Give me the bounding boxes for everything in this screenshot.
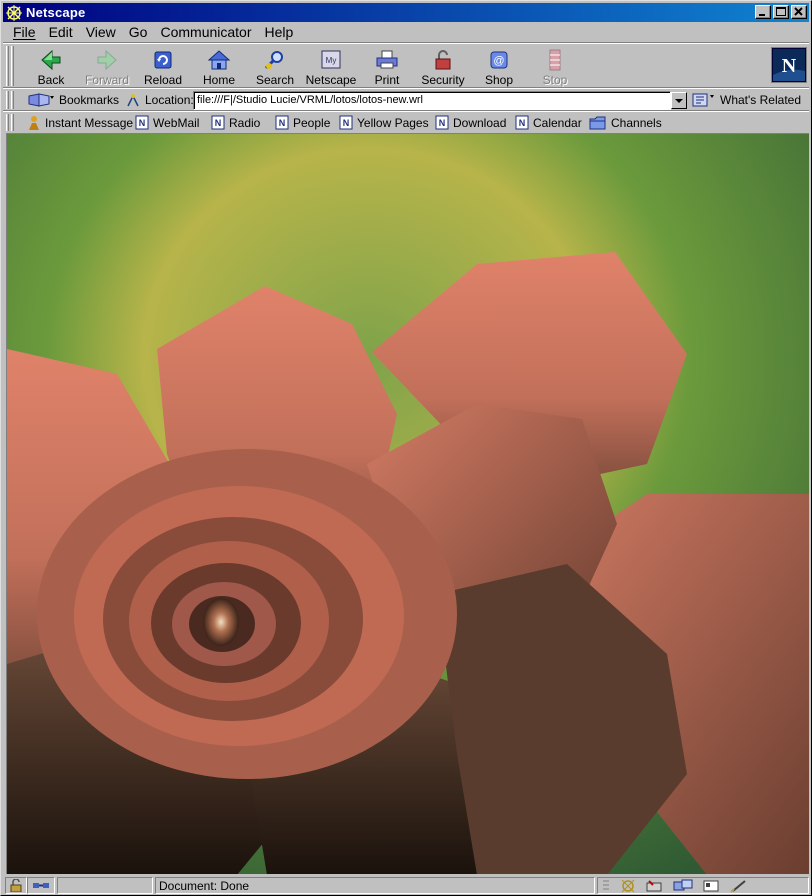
svg-text:My: My [326, 56, 337, 65]
component-grip-icon[interactable] [601, 879, 611, 892]
people-button[interactable]: N People [275, 114, 330, 131]
address-book-icon[interactable] [701, 879, 721, 893]
netscape-n-logo-icon: N [773, 49, 805, 81]
toolbar-grip[interactable] [6, 114, 9, 131]
bookmark-n-icon: N [275, 115, 289, 130]
search-button[interactable]: Search [247, 46, 303, 87]
flower-core [203, 598, 239, 646]
radio-button[interactable]: N Radio [211, 114, 260, 131]
instant-message-button[interactable]: Instant Message [27, 114, 133, 131]
whats-related-icon [692, 93, 714, 107]
stop-button[interactable]: Stop [527, 46, 583, 87]
url-dropdown-button[interactable] [671, 92, 687, 109]
shop-icon: @ [490, 51, 508, 69]
stop-icon [549, 49, 561, 71]
security-status-panel[interactable] [5, 877, 27, 894]
home-icon [207, 50, 231, 70]
bookmarks-button[interactable]: Bookmarks [27, 91, 119, 109]
security-button[interactable]: Security [415, 46, 471, 87]
component-bar [597, 877, 809, 894]
toolbar-grip[interactable] [6, 46, 9, 86]
menu-bar: File Edit View Go Communicator Help [3, 22, 809, 42]
chevron-down-icon [675, 99, 683, 103]
svg-text:N: N [343, 118, 350, 128]
bookmark-n-icon: N [135, 115, 149, 130]
toolbar-grip[interactable] [6, 91, 9, 109]
bookmark-n-icon: N [211, 115, 225, 130]
bookmark-n-icon: N [339, 115, 353, 130]
composer-icon[interactable] [729, 879, 749, 893]
svg-text:N: N [519, 118, 526, 128]
svg-text:@: @ [493, 55, 504, 67]
status-bar: Document: Done [3, 875, 809, 895]
svg-text:N: N [279, 118, 286, 128]
personal-toolbar: Instant Message N WebMail N Radio N Peop… [3, 112, 809, 133]
toolbar-grip[interactable] [11, 114, 14, 131]
menu-help[interactable]: Help [259, 24, 301, 40]
netscape-window-icon[interactable] [6, 4, 22, 21]
maximize-button[interactable] [773, 5, 789, 19]
channels-folder-icon [589, 116, 606, 130]
security-lock-icon [435, 50, 451, 70]
back-button[interactable]: Back [23, 46, 79, 87]
channels-button[interactable]: Channels [589, 114, 662, 131]
discussion-groups-icon[interactable] [673, 879, 693, 893]
page-proxy-icon[interactable] [125, 92, 141, 108]
browser-window: Netscape File Edit View Go Communicator … [0, 0, 812, 896]
mailbox-icon[interactable] [645, 879, 665, 893]
minimize-button[interactable] [755, 5, 771, 19]
menu-view[interactable]: View [80, 24, 123, 40]
reload-button[interactable]: Reload [135, 46, 191, 87]
forward-button[interactable]: Forward [79, 46, 135, 87]
close-icon [794, 7, 803, 16]
navigation-toolbar: Back Forward Reload Home Search My Netsc… [3, 44, 809, 88]
svg-text:N: N [215, 118, 222, 128]
forward-arrow-icon [97, 49, 117, 71]
url-input[interactable]: file:///F|/Studio Lucie/VRML/lotos/lotos… [193, 91, 671, 110]
menu-communicator[interactable]: Communicator [154, 24, 258, 40]
print-button[interactable]: Print [359, 46, 415, 87]
print-icon [376, 50, 398, 69]
reload-icon [154, 51, 172, 69]
shop-button[interactable]: @ Shop [471, 46, 527, 87]
bookmark-n-icon: N [435, 115, 449, 130]
menu-edit[interactable]: Edit [43, 24, 80, 40]
bookmarks-icon [28, 93, 54, 107]
download-button[interactable]: N Download [435, 114, 506, 131]
svg-text:N: N [139, 118, 146, 128]
close-button[interactable] [791, 5, 807, 19]
netscape-button[interactable]: My Netscape [303, 46, 359, 87]
minimize-icon [759, 14, 765, 16]
calendar-button[interactable]: N Calendar [515, 114, 582, 131]
netscape-throbber-logo[interactable]: N [771, 47, 807, 83]
search-icon [264, 51, 283, 70]
svg-text:N: N [439, 118, 446, 128]
location-toolbar: Bookmarks Location: file:///F|/Studio Lu… [3, 89, 809, 111]
title-bar[interactable]: Netscape [3, 3, 809, 22]
home-button[interactable]: Home [191, 46, 247, 87]
lotus-flower-scene[interactable] [7, 134, 809, 874]
status-text: Document: Done [155, 877, 595, 894]
maximize-icon [776, 7, 786, 16]
yellow-pages-button[interactable]: N Yellow Pages [339, 114, 429, 131]
back-arrow-icon [41, 49, 61, 71]
location-label: Location: [125, 91, 194, 109]
netscape-icon: My [321, 50, 341, 69]
whats-related-button[interactable]: What's Related [691, 91, 801, 109]
vrml-content-viewport[interactable] [6, 133, 809, 874]
toolbar-grip[interactable] [11, 91, 14, 109]
online-status-panel[interactable] [27, 877, 55, 894]
navigator-icon[interactable] [619, 879, 637, 893]
progress-bar-panel [57, 877, 153, 894]
window-title: Netscape [26, 5, 86, 20]
instant-message-icon [29, 115, 39, 130]
menu-file[interactable]: File [7, 24, 43, 40]
toolbar-grip[interactable] [11, 46, 14, 86]
svg-text:N: N [782, 55, 797, 77]
connection-plug-icon [33, 883, 49, 888]
menu-go[interactable]: Go [123, 24, 155, 40]
webmail-button[interactable]: N WebMail [135, 114, 199, 131]
bookmark-n-icon: N [515, 115, 529, 130]
security-lock-icon [10, 878, 22, 893]
